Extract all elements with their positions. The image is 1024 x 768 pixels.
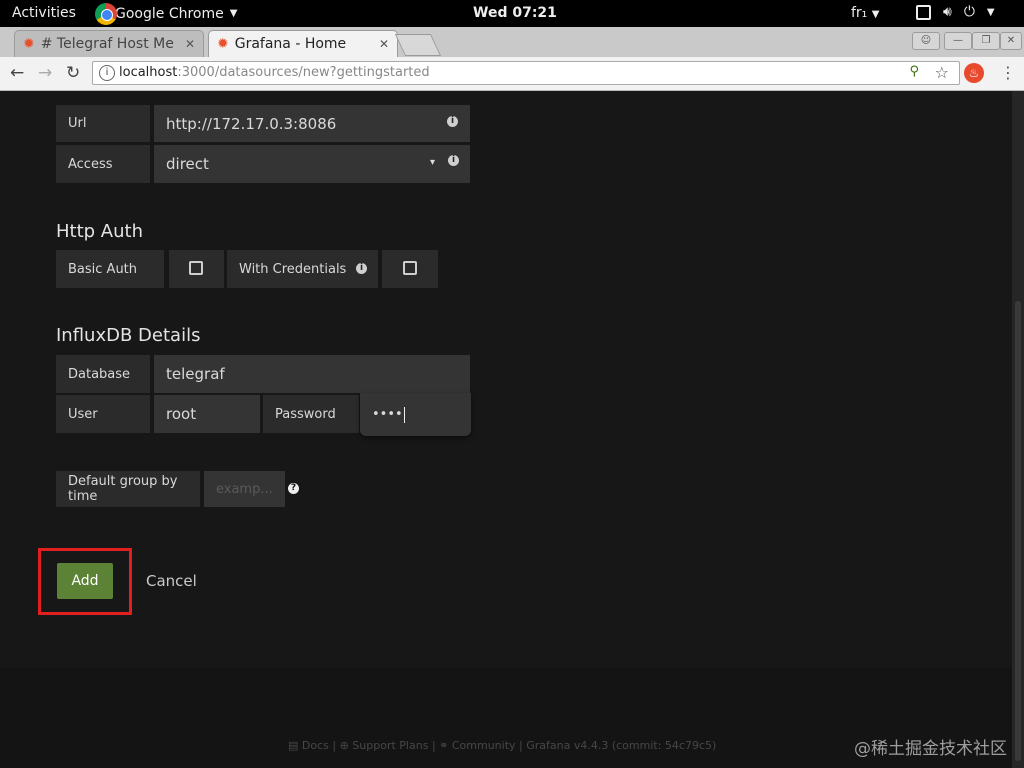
power-icon: ⏻ [963,4,975,20]
password-label: Password [263,395,359,433]
page-scrollbar[interactable] [1012,91,1024,768]
star-icon[interactable]: ☆ [935,63,949,82]
url-input[interactable]: http://172.17.0.3:8086 [154,105,470,142]
close-icon[interactable]: ✕ [379,37,389,51]
close-icon[interactable]: ✕ [185,37,195,51]
access-select-value: direct [166,155,209,173]
group-by-time-label: Default group by time [56,471,200,507]
influxdb-details-title: InfluxDB Details [56,325,201,346]
user-input[interactable]: root [154,395,260,433]
footer-docs-link[interactable]: Docs [302,739,329,752]
keyboard-layout-label: fr₁ [851,5,868,21]
tab-title: # Telegraf Host Me [40,36,174,52]
app-name: Google Chrome [115,5,224,22]
browser-toolbar: ← → ↻ i localhost:3000/datasources/new?g… [0,57,1024,91]
url-path: :3000/datasources/new?gettingstarted [177,65,430,80]
caret-down-icon: ▾ [430,157,436,168]
chevron-down-icon: ▼ [986,6,995,18]
chevron-down-icon: ▼ [229,8,238,19]
password-input[interactable]: •••• [360,393,471,436]
info-icon[interactable]: i [447,116,458,127]
url-host: localhost [119,65,178,80]
window-icon [916,4,931,20]
back-icon[interactable]: ← [10,63,24,83]
scrollbar-thumb[interactable] [1015,301,1021,761]
text-cursor [403,406,405,423]
volume-icon: 🔊︎ [943,4,952,20]
support-icon: ⊕ [339,739,349,752]
user-icon[interactable]: ☺ [912,32,940,50]
tab-title: Grafana - Home [234,36,347,52]
system-tray[interactable]: 🔊︎ ⏻ ▼ [916,4,995,20]
database-label: Database [56,355,150,393]
key-icon[interactable]: ⚲ [909,64,919,79]
new-tab-button[interactable] [394,34,442,56]
reload-icon[interactable]: ↻ [66,63,80,83]
database-input[interactable]: telegraf [154,355,470,393]
footer-separator: | [332,739,340,752]
forward-icon[interactable]: → [38,63,52,83]
maximize-button[interactable]: ❐ [972,32,1000,50]
docs-icon: ▤ [288,739,299,752]
group-by-time-input[interactable]: examp... [204,471,285,507]
chrome-logo-icon [95,2,117,25]
url-label: Url [56,105,150,142]
activities-button[interactable]: Activities [12,5,76,21]
group-by-time-placeholder: examp... [216,481,273,497]
grafana-icon: ✹ [217,36,229,52]
info-icon[interactable]: i [448,155,459,166]
clock[interactable]: Wed 07:21 [473,5,557,21]
system-top-bar: Activities Google Chrome ▼ Wed 07:21 fr₁… [0,0,1024,27]
url-input-value: http://172.17.0.3:8086 [166,114,337,133]
footer-links: ▤ Docs | ⊕ Support Plans | ⚭ Community |… [288,739,716,752]
access-label: Access [56,145,150,183]
keyboard-layout[interactable]: fr₁ ▼ [851,5,879,21]
basic-auth-label: Basic Auth [56,250,164,288]
info-icon[interactable]: i [356,263,367,274]
address-bar[interactable]: i localhost:3000/datasources/new?getting… [92,61,960,85]
app-menu[interactable]: Google Chrome ▼ [95,0,237,27]
menu-icon[interactable]: ⋮ [1000,63,1016,82]
user-input-value: root [166,405,197,423]
datasource-form: Url http://172.17.0.3:8086 i Access dire… [0,91,1012,668]
grafana-page: Url http://172.17.0.3:8086 i Access dire… [0,91,1024,768]
tab-telegraf[interactable]: ✹ # Telegraf Host Me ✕ [14,30,204,57]
grafana-icon: ✹ [23,36,35,52]
cancel-button[interactable]: Cancel [146,572,197,590]
community-icon: ⚭ [439,739,449,752]
footer-support-link[interactable]: Support Plans [352,739,428,752]
add-button[interactable]: Add [57,563,113,599]
database-input-value: telegraf [166,365,225,383]
access-select[interactable]: direct [154,145,470,183]
footer-version: Grafana v4.4.3 (commit: 54c79c5) [526,739,717,752]
minimize-button[interactable]: — [944,32,972,50]
basic-auth-checkbox[interactable] [189,261,203,275]
close-window-button[interactable]: ✕ [1000,32,1022,50]
password-input-value: •••• [372,407,403,422]
tab-grafana-home[interactable]: ✹ Grafana - Home ✕ [208,30,398,57]
watermark: @稀土掘金技术社区 [854,739,1007,759]
tab-strip: ✹ # Telegraf Host Me ✕ ✹ Grafana - Home … [0,27,1024,57]
url-text: localhost:3000/datasources/new?gettingst… [119,65,430,80]
chevron-down-icon: ▼ [871,9,880,20]
with-credentials-checkbox[interactable] [403,261,417,275]
footer-community-link[interactable]: Community [452,739,516,752]
user-label: User [56,395,150,433]
extension-icon[interactable]: ♨ [964,63,984,83]
http-auth-title: Http Auth [56,221,143,242]
info-icon[interactable]: i [99,65,115,81]
help-icon[interactable]: ? [288,483,299,494]
